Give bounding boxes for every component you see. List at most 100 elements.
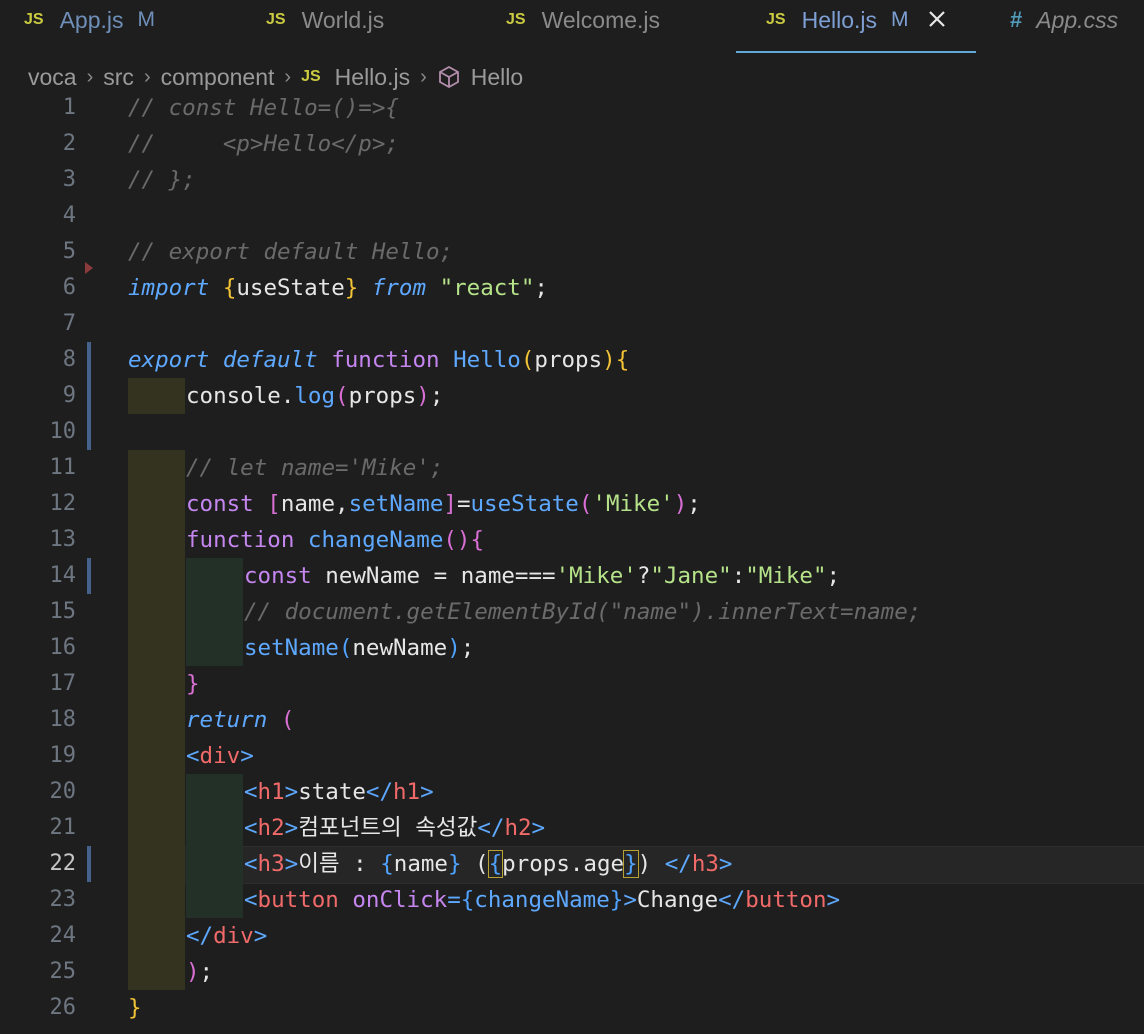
symbol-cube-icon [437,65,461,89]
code-line: 19 <div> [0,738,1144,774]
code-text: <div> [186,743,254,769]
line-number: 14 [49,563,77,588]
line-number: 7 [62,311,76,336]
code-line: 24 </div> [0,918,1144,954]
modified-badge: M [891,8,909,31]
tab-app-css[interactable]: # App.css [1010,0,1118,40]
code-line: 21 <h2>컴포넌트의 속성값</h2> [0,810,1144,846]
chevron-right-icon: › [143,65,151,88]
code-editor[interactable]: 1 // const Hello=()=>{ 2 // <p>Hello</p>… [0,90,1144,1034]
code-text: console.log(props); [186,383,444,409]
code-text: </div> [186,923,268,949]
bracket-match-highlight: } [623,850,639,878]
code-line: 16 setName(newName); [0,630,1144,666]
js-file-icon: JS [24,11,44,28]
line-number: 11 [49,455,77,480]
code-line: 14 const newName = name==='Mike'?"Jane":… [0,558,1144,594]
line-number: 23 [49,887,77,912]
line-number: 10 [49,419,77,444]
code-text: const [name,setName]=useState('Mike'); [186,491,701,517]
code-text: <h2>컴포넌트의 속성값</h2> [244,815,546,841]
line-number: 4 [62,203,76,228]
code-line: 6 import {useState} from "react"; [0,270,1144,306]
line-number: 18 [49,707,77,732]
code-line: 10 [0,414,1144,450]
line-number: 16 [49,635,77,660]
code-line: 4 [0,198,1144,234]
breadcrumb-item[interactable]: voca [28,64,77,91]
tab-label: Hello.js [801,6,877,33]
code-text: ); [186,959,214,985]
js-file-icon: JS [506,11,526,28]
line-number: 9 [62,383,76,408]
tab-label: Welcome.js [541,6,661,33]
line-number: 21 [49,815,77,840]
bracket-match-highlight: { [487,850,504,878]
code-line: 20 <h1>state</h1> [0,774,1144,810]
line-number: 26 [49,995,77,1020]
code-line: 3 // }; [0,162,1144,198]
tab-label: App.js [59,6,124,33]
tab-label: World.js [301,6,385,33]
code-text: export default function Hello(props){ [128,347,630,373]
line-number: 6 [62,275,76,300]
active-tab-indicator [736,51,976,53]
line-number: 5 [62,239,76,264]
editor-tab-bar: JS App.js M JS World.js JS Welcome.js JS… [0,0,1144,54]
line-number: 1 [62,95,76,120]
code-text: // }; [128,167,196,193]
js-file-icon: JS [301,68,321,85]
code-text: const newName = name==='Mike'?"Jane":"Mi… [244,563,841,589]
chevron-right-icon: › [420,65,427,88]
breadcrumb-item[interactable]: src [103,64,134,91]
code-text: return ( [186,707,295,733]
code-text: // <p>Hello</p>; [128,131,399,157]
code-line: 18 return ( [0,702,1144,738]
breadcrumb-item[interactable]: Hello.js [335,64,410,91]
code-text: function changeName(){ [186,527,485,553]
js-file-icon: JS [266,11,286,28]
code-line-current: 22 <h3>이름 : {name} ({props.age}) </h3> [0,846,1144,882]
chevron-right-icon: › [284,65,292,88]
code-line: 7 [0,306,1144,342]
code-text: // document.getElementById("name").inner… [244,599,922,625]
line-number: 20 [49,779,77,804]
code-text: } [186,671,200,697]
js-file-icon: JS [766,11,786,28]
code-text: // export default Hello; [128,239,454,265]
code-text: // let name='Mike'; [186,455,444,481]
breadcrumb-item[interactable]: Hello [471,64,523,91]
code-text: setName(newName); [244,635,475,661]
line-number: 17 [49,671,77,696]
code-line: 9 console.log(props); [0,378,1144,414]
code-text: <button onClick={changeName}>Change</but… [244,887,841,913]
code-line: 1 // const Hello=()=>{ [0,90,1144,126]
tab-world-js[interactable]: JS World.js [266,0,384,40]
code-line: 2 // <p>Hello</p>; [0,126,1144,162]
line-number: 8 [62,347,76,372]
breadcrumb: voca › src › component › JS Hello.js › H… [28,60,523,94]
tab-label: App.css [1036,6,1119,33]
code-line: 8 export default function Hello(props){ [0,342,1144,378]
tab-welcome-js[interactable]: JS Welcome.js [506,0,660,40]
close-icon[interactable] [927,6,947,34]
code-line: 23 <button onClick={changeName}>Change</… [0,882,1144,918]
tab-hello-js[interactable]: JS Hello.js M [766,0,947,40]
code-line: 11 // let name='Mike'; [0,450,1144,486]
code-text: <h3>이름 : {name} ({props.age}) </h3> [244,850,733,878]
line-number: 15 [49,599,77,624]
code-text: } [128,995,142,1021]
line-number: 12 [49,491,77,516]
code-text: import {useState} from "react"; [128,275,548,301]
code-line: 13 function changeName(){ [0,522,1144,558]
modified-badge: M [137,8,156,31]
code-text: <h1>state</h1> [244,779,434,805]
tab-app-js[interactable]: JS App.js M [24,0,155,40]
chevron-right-icon: › [86,65,94,88]
line-number: 22 [49,851,77,876]
code-line: 5 // export default Hello; [0,234,1144,270]
code-line: 25 ); [0,954,1144,990]
breadcrumb-item[interactable]: component [161,64,275,91]
line-number: 25 [49,959,77,984]
line-number: 13 [49,527,77,552]
